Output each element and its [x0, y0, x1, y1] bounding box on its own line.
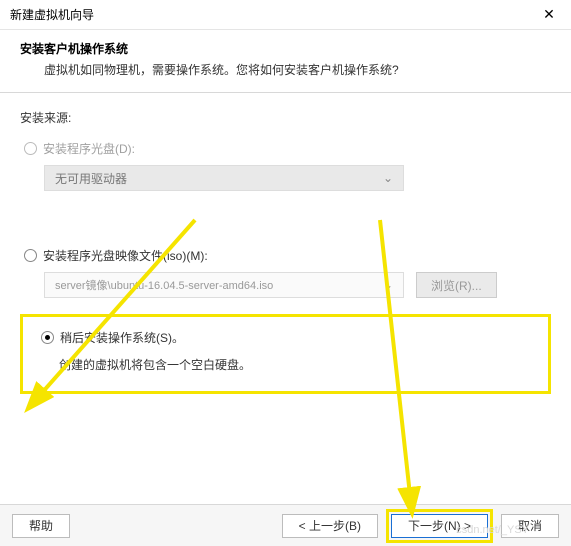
next-button-highlight: 下一步(N) > [386, 509, 493, 543]
wizard-footer: 帮助 < 上一步(B) 下一步(N) > 取消 [0, 504, 571, 546]
wizard-header: 安装客户机操作系统 虚拟机如同物理机，需要操作系统。您将如何安装客户机操作系统? [0, 30, 571, 93]
radio-later-row[interactable]: 稍后安装操作系统(S)。 [37, 329, 534, 346]
disc-drive-select[interactable]: 无可用驱动器 ⌄ [44, 165, 404, 191]
titlebar: 新建虚拟机向导 ✕ [0, 0, 571, 30]
radio-iso-label: 安装程序光盘映像文件(iso)(M): [43, 247, 208, 264]
cancel-button[interactable]: 取消 [501, 514, 559, 538]
next-button[interactable]: 下一步(N) > [391, 514, 488, 538]
source-label: 安装来源: [20, 109, 551, 126]
page-title: 安装客户机操作系统 [20, 40, 551, 57]
help-button[interactable]: 帮助 [12, 514, 70, 538]
radio-disc[interactable] [24, 142, 37, 155]
chevron-down-icon: ⌄ [383, 171, 393, 185]
iso-path-text: server镜像\ubuntu-16.04.5-server-amd64.iso [55, 277, 273, 293]
wizard-content: 安装来源: 安装程序光盘(D): 无可用驱动器 ⌄ 安装程序光盘映像文件(iso… [0, 93, 571, 404]
option-later-highlight: 稍后安装操作系统(S)。 创建的虚拟机将包含一个空白硬盘。 [20, 314, 551, 394]
radio-disc-row[interactable]: 安装程序光盘(D): [20, 140, 551, 157]
disc-drive-text: 无可用驱动器 [55, 170, 127, 187]
option-disc: 安装程序光盘(D): 无可用驱动器 ⌄ [20, 140, 551, 191]
page-description: 虚拟机如同物理机，需要操作系统。您将如何安装客户机操作系统? [20, 61, 551, 78]
option-iso: 安装程序光盘映像文件(iso)(M): server镜像\ubuntu-16.0… [20, 247, 551, 298]
radio-later[interactable] [41, 331, 54, 344]
radio-iso-row[interactable]: 安装程序光盘映像文件(iso)(M): [20, 247, 551, 264]
radio-iso[interactable] [24, 249, 37, 262]
iso-path-select[interactable]: server镜像\ubuntu-16.04.5-server-amd64.iso… [44, 272, 404, 298]
option-later-desc: 创建的虚拟机将包含一个空白硬盘。 [59, 356, 534, 373]
back-button[interactable]: < 上一步(B) [282, 514, 378, 538]
radio-later-label: 稍后安装操作系统(S)。 [60, 329, 184, 346]
chevron-down-icon: ⌄ [383, 278, 393, 292]
browse-button[interactable]: 浏览(R)... [416, 272, 497, 298]
window-title: 新建虚拟机向导 [10, 6, 94, 23]
close-icon[interactable]: ✕ [537, 3, 561, 27]
radio-disc-label: 安装程序光盘(D): [43, 140, 135, 157]
